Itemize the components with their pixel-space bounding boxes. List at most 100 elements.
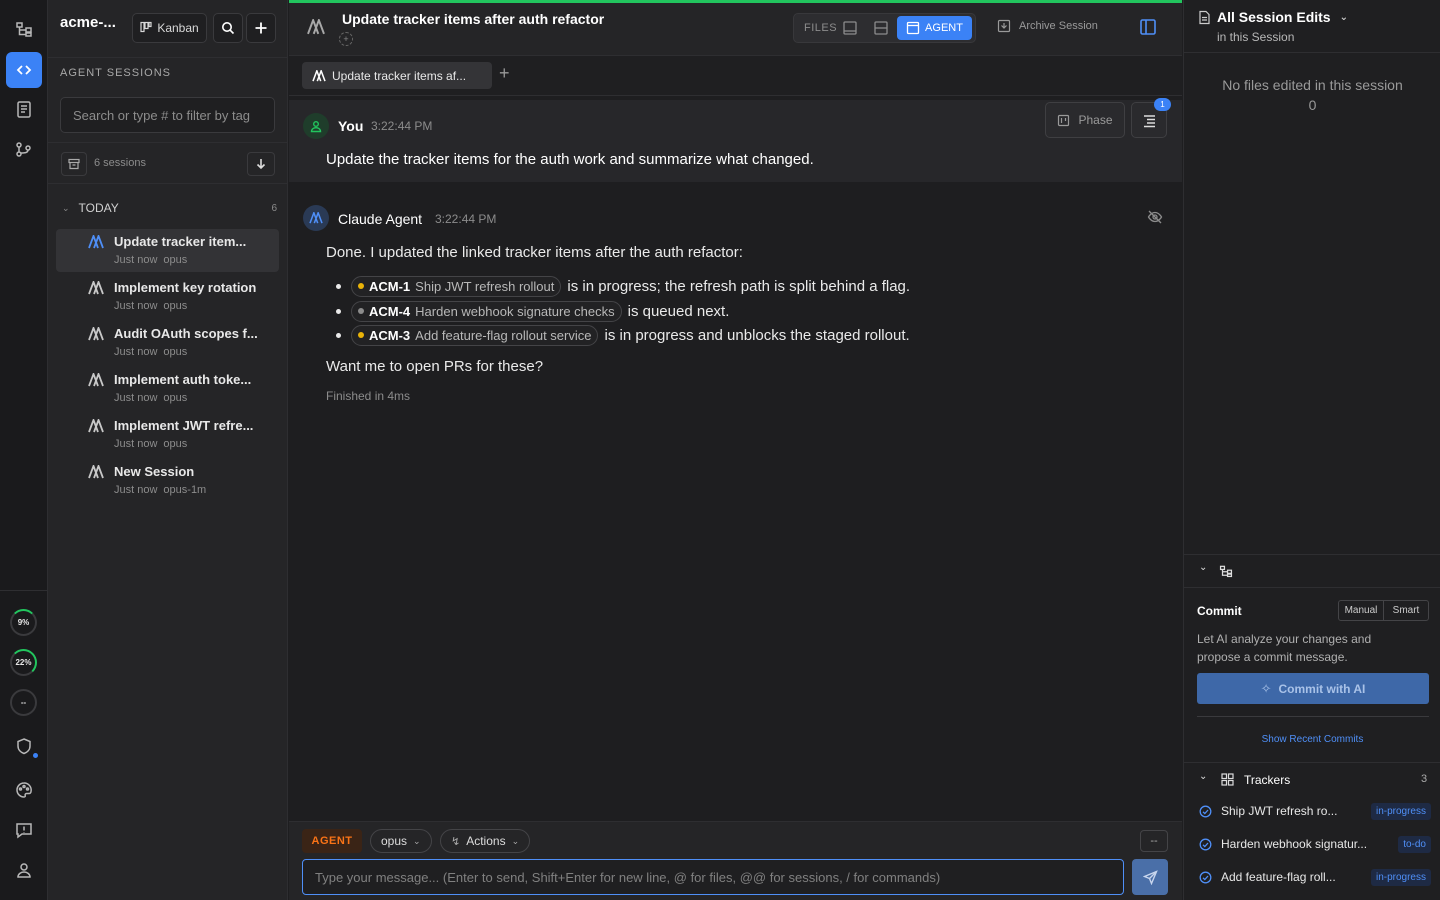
tab-label: Update tracker items af... bbox=[332, 68, 467, 83]
tracker-row[interactable]: Ship JWT refresh ro... in-progress bbox=[1199, 801, 1431, 821]
project-name[interactable]: acme-... bbox=[60, 14, 116, 31]
commit-with-ai-button[interactable]: ✧ Commit with AI bbox=[1197, 673, 1429, 704]
tracker-row-title: Add feature-flag roll... bbox=[1221, 870, 1336, 884]
eye-off-icon[interactable] bbox=[1147, 209, 1163, 225]
agent-view-label: AGENT bbox=[925, 22, 963, 34]
shield-icon[interactable] bbox=[6, 728, 42, 764]
check-circle-icon bbox=[1199, 805, 1212, 817]
agent-intro-text: Done. I updated the linked tracker items… bbox=[326, 244, 743, 261]
session-title: Update tracker item... bbox=[114, 234, 247, 249]
code-icon[interactable] bbox=[6, 52, 42, 88]
git-branch-icon[interactable] bbox=[6, 131, 42, 167]
archive-session-button[interactable]: Archive Session bbox=[997, 19, 1098, 33]
tracker-id: ACM-3 bbox=[369, 327, 411, 343]
chevron-down-icon: ⌄ bbox=[1199, 771, 1208, 782]
new-session-button[interactable] bbox=[246, 13, 276, 43]
actions-label: Actions bbox=[466, 834, 506, 848]
usage-ring-2[interactable]: 22% bbox=[10, 649, 37, 676]
commit-description: Let AI analyze your changes and propose … bbox=[1197, 632, 1372, 664]
session-item[interactable]: Implement auth toke... Just now opus bbox=[56, 367, 279, 410]
tracker-pill[interactable]: ACM-3 Add feature-flag rollout service bbox=[351, 324, 599, 346]
feedback-icon[interactable] bbox=[6, 812, 42, 848]
chevron-down-icon: ⌄ bbox=[1339, 11, 1348, 23]
kanban-button[interactable]: Kanban bbox=[132, 13, 207, 43]
trackers-section-header[interactable]: ⌄ Trackers 3 bbox=[1184, 762, 1440, 796]
user-icon bbox=[310, 121, 322, 133]
group-count: 6 bbox=[271, 202, 277, 214]
session-meta: Just now opus bbox=[114, 346, 188, 358]
edits-subtitle: in this Session bbox=[1217, 30, 1295, 44]
layout-bottom-icon[interactable] bbox=[842, 20, 858, 36]
actions-menu[interactable]: ↯ Actions ⌄ bbox=[440, 829, 531, 853]
tracker-bullet: ACM-3 Add feature-flag rollout service i… bbox=[336, 324, 910, 346]
add-tab-button[interactable]: + bbox=[499, 63, 510, 84]
list-icon bbox=[1143, 114, 1155, 127]
commit-mode-manual[interactable]: Manual bbox=[1339, 601, 1384, 620]
tracker-pill[interactable]: ACM-4 Harden webhook signature checks bbox=[351, 300, 622, 322]
tracker-pill[interactable]: ACM-1 Ship JWT refresh rollout bbox=[351, 275, 562, 297]
context-usage-button[interactable]: -- bbox=[1140, 830, 1168, 852]
tracker-title: Harden webhook signature checks bbox=[415, 303, 615, 319]
tracker-row[interactable]: Add feature-flag roll... in-progress bbox=[1199, 867, 1431, 887]
workflow-icon[interactable] bbox=[6, 11, 42, 47]
edits-scope-dropdown[interactable]: All Session Edits ⌄ bbox=[1198, 9, 1348, 25]
git-section-header[interactable]: ⌄ bbox=[1184, 554, 1440, 588]
usage-ring-3[interactable]: -- bbox=[10, 689, 37, 716]
chevron-down-icon: ⌄ bbox=[511, 835, 520, 846]
session-meta: Just now opus bbox=[114, 300, 188, 312]
phase-button[interactable]: Phase bbox=[1045, 102, 1125, 138]
mode-badge[interactable]: AGENT bbox=[302, 829, 362, 853]
file-icon bbox=[1199, 10, 1210, 24]
session-title-heading[interactable]: Update tracker items after auth refactor bbox=[342, 11, 604, 27]
session-item[interactable]: Update tracker item... Just now opus bbox=[56, 229, 279, 272]
show-recent-commits-link[interactable]: Show Recent Commits bbox=[1184, 734, 1440, 745]
edits-header: All Session Edits ⌄ in this Session bbox=[1184, 0, 1440, 53]
tracker-note: is queued next. bbox=[627, 302, 730, 320]
files-view-label[interactable]: FILES bbox=[804, 22, 837, 34]
usage-ring-1[interactable]: 9% bbox=[10, 609, 37, 636]
commit-mode-toggle: Manual Smart bbox=[1338, 600, 1429, 621]
status-dot bbox=[358, 308, 364, 314]
trackers-count: 3 bbox=[1421, 773, 1428, 785]
archive-filter-button[interactable] bbox=[61, 152, 87, 176]
session-meta: Just now opus bbox=[114, 254, 188, 266]
session-item[interactable]: Implement key rotation Just now opus bbox=[56, 275, 279, 318]
session-item[interactable]: Implement JWT refre... Just now opus bbox=[56, 413, 279, 456]
group-today[interactable]: ⌄ TODAY 6 bbox=[62, 201, 277, 215]
session-edits-panel: All Session Edits ⌄ in this Session No f… bbox=[1183, 0, 1440, 900]
user-timestamp: 3:22:44 PM bbox=[371, 119, 433, 133]
sessions-sidebar: acme-... Kanban AGENT SESSIONS 6 session… bbox=[48, 0, 288, 900]
palette-icon[interactable] bbox=[6, 772, 42, 808]
usage-ring-1-label: 9% bbox=[17, 618, 30, 627]
session-meta: Just now opus bbox=[114, 392, 188, 404]
clipboard-icon[interactable] bbox=[6, 91, 42, 127]
panel-toggle-icon[interactable] bbox=[1139, 18, 1157, 36]
layout-split-icon[interactable] bbox=[873, 20, 889, 36]
tracker-bullet: ACM-4 Harden webhook signature checks is… bbox=[336, 300, 729, 322]
claude-icon bbox=[88, 419, 104, 433]
chevron-down-icon: ⌄ bbox=[1199, 562, 1208, 573]
send-button[interactable] bbox=[1132, 859, 1168, 895]
tracker-note: is in progress and unblocks the staged r… bbox=[604, 326, 910, 344]
session-count: 6 sessions bbox=[94, 157, 146, 169]
phase-label: Phase bbox=[1078, 113, 1113, 127]
tab-active-session[interactable]: Update tracker items af... bbox=[302, 62, 492, 89]
user-icon[interactable] bbox=[6, 852, 42, 888]
session-search-input[interactable] bbox=[60, 97, 275, 133]
trackers-title: Trackers bbox=[1244, 773, 1291, 787]
search-button[interactable] bbox=[213, 13, 243, 43]
tracker-row[interactable]: Harden webhook signatur... to-do bbox=[1199, 834, 1431, 854]
claude-icon bbox=[88, 327, 104, 341]
model-select[interactable]: opus ⌄ bbox=[370, 829, 432, 853]
message-input[interactable] bbox=[302, 859, 1124, 895]
claude-icon bbox=[88, 281, 104, 295]
add-tag-icon[interactable]: + bbox=[339, 32, 353, 46]
download-button[interactable] bbox=[247, 152, 275, 176]
session-toolbar: 6 sessions bbox=[48, 142, 287, 184]
agent-view-button[interactable]: AGENT bbox=[897, 16, 972, 40]
session-item[interactable]: New Session Just now opus-1m bbox=[56, 459, 279, 502]
usage-ring-2-label: 22% bbox=[15, 658, 32, 667]
session-item[interactable]: Audit OAuth scopes f... Just now opus bbox=[56, 321, 279, 364]
commit-mode-smart[interactable]: Smart bbox=[1384, 601, 1428, 620]
activity-indicator bbox=[289, 0, 1182, 3]
